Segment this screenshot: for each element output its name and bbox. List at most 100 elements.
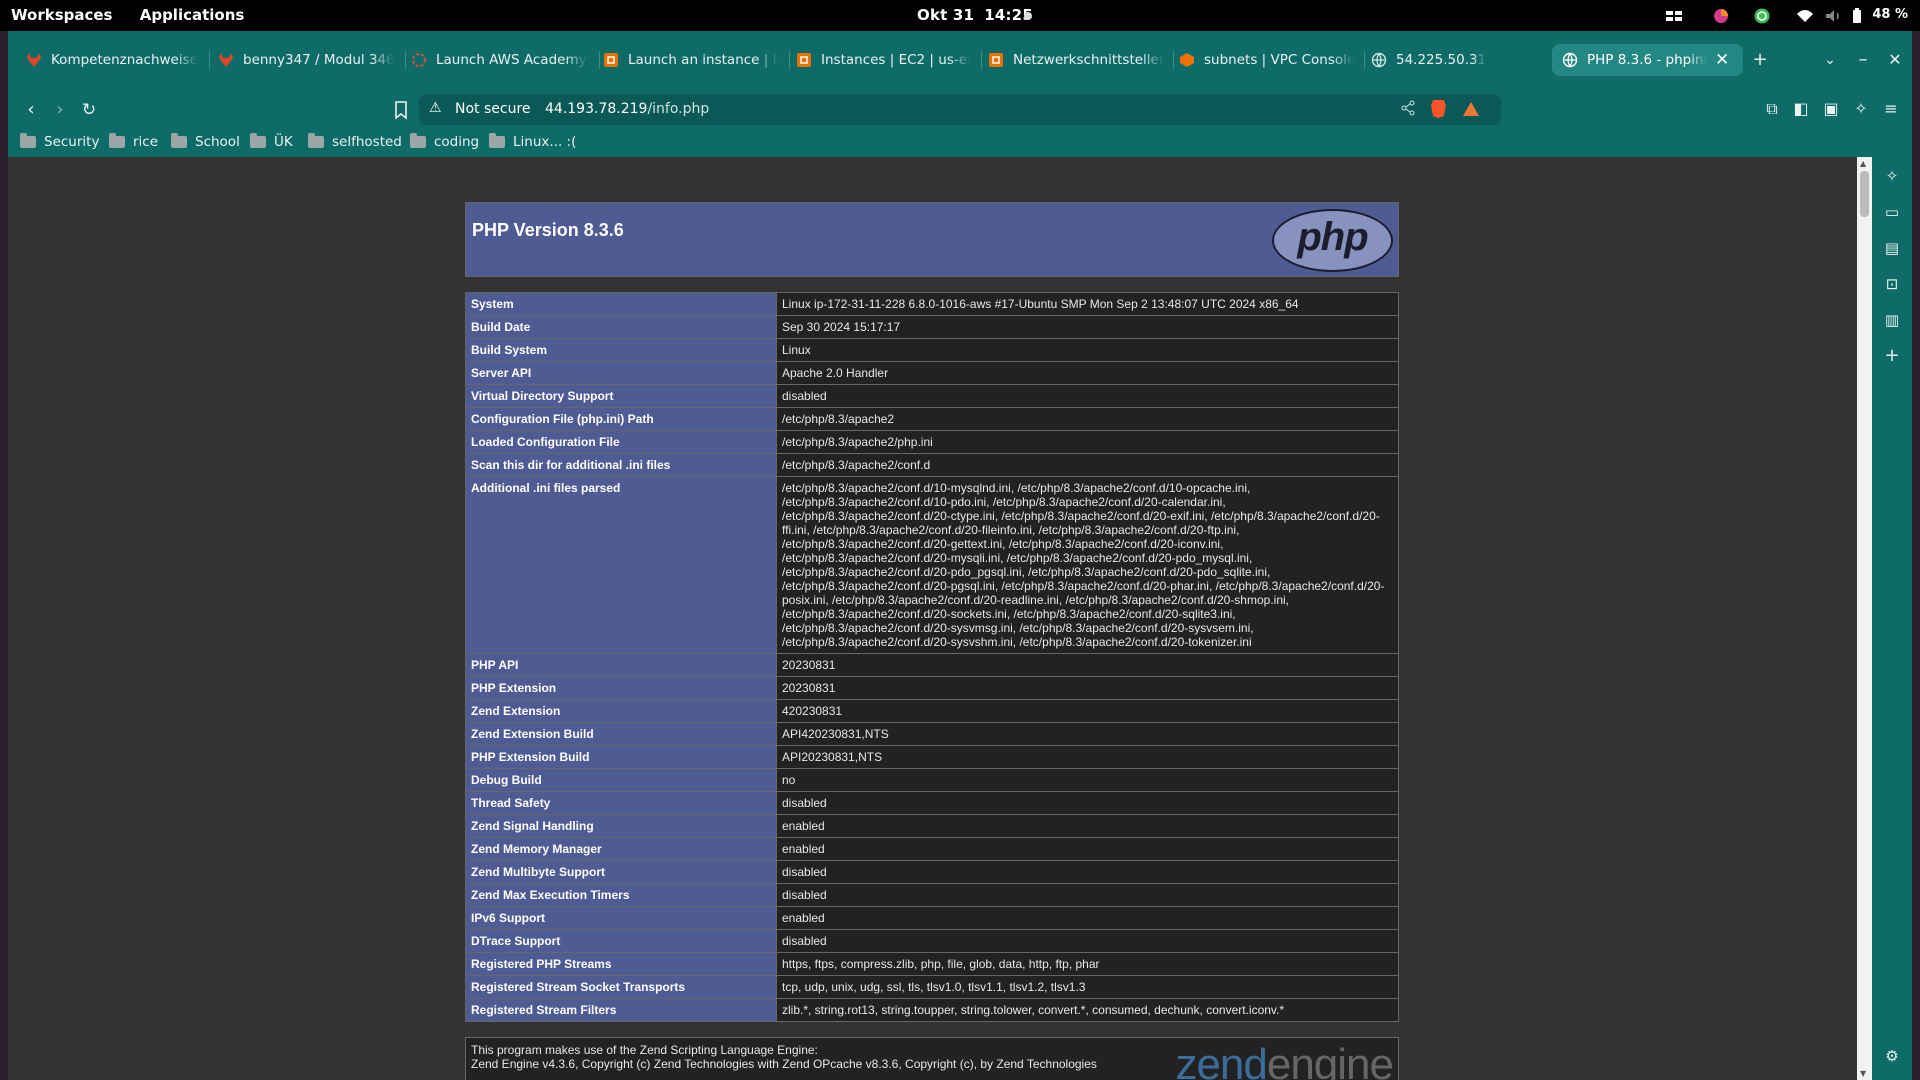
zend-notice-line2: Zend Engine v4.3.6, Copyright (c) Zend T… [471,1057,1097,1071]
tab-title: 54.225.50.31 [1396,52,1487,68]
wallet-icon[interactable]: ▣ [1820,98,1842,120]
scroll-down-icon[interactable]: ▼ [1860,1069,1866,1078]
whatsapp-icon[interactable] [1752,6,1772,26]
bookmark-folder-security[interactable]: Security [20,133,99,150]
not-secure-label[interactable]: Not secure [455,101,531,117]
bookmark-label: Linux... :( [513,134,577,150]
wallet-icon[interactable]: ▤ [1882,238,1902,258]
reading-list-icon[interactable]: ▥ [1882,310,1902,330]
volume-icon[interactable] [1824,6,1842,26]
bookmark-label: ÜK [274,134,293,150]
table-row: Thread Safety disabled [465,791,1399,815]
tab-phpinfo-active[interactable]: PHP 8.3.6 - phpinfo() ✕ [1552,44,1743,76]
url-path: /info.php [647,101,710,117]
workspaces-menu[interactable]: Workspaces [11,6,112,24]
directive-name: PHP Extension Build [465,745,777,769]
bookmark-folder-uek[interactable]: ÜK [250,133,293,150]
close-window-icon[interactable]: ✕ [1883,48,1907,72]
page-content[interactable]: PHP Version 8.3.6 php System Linux ip-172… [8,157,1857,1080]
directive-name: Zend Extension [465,699,777,723]
folder-icon [489,133,505,148]
tab-aws-academy[interactable]: Launch AWS Academy Le [411,44,588,76]
talk-icon[interactable]: ▭ [1882,202,1902,222]
back-icon[interactable]: ‹ [19,98,43,122]
share-icon[interactable] [1400,100,1416,116]
directive-value: zlib.*, string.rot13, string.toupper, st… [776,998,1399,1022]
notification-dot [1024,12,1032,20]
directive-value: enabled [776,837,1399,861]
color-picker-icon[interactable] [1711,6,1731,26]
add-panel-icon[interactable]: + [1882,346,1902,366]
brave-shields-icon[interactable] [1431,100,1446,118]
spinner-icon [412,53,426,67]
tab-netzwerkschnittstellen[interactable]: Netzwerkschnittstellen · [988,44,1164,76]
extensions-icon[interactable]: ⧉ [1761,98,1783,120]
tab-modul-346[interactable]: benny347 / Modul 346 · G [218,44,394,76]
tab-title: Netzwerkschnittstellen · [1013,52,1164,68]
tab-vpc-subnets[interactable]: subnets | VPC Console [1179,44,1354,76]
brave-rewards-icon[interactable] [1463,102,1479,116]
tab-search-chevron-icon[interactable]: ⌄ [1818,48,1842,72]
directive-name: Additional .ini files parsed [465,476,777,654]
workspace-grid-icon[interactable] [1665,6,1683,26]
battery-icon[interactable] [1852,6,1862,26]
folder-icon [250,133,266,148]
bookmark-folder-school[interactable]: School [171,133,240,150]
table-row: Scan this dir for additional .ini files /… [465,453,1399,477]
browser-toolbar: ‹ › ↻ ⚠ Not secure 44.193.78.219/info.ph… [8,89,1912,131]
forward-icon[interactable]: › [48,98,72,122]
menu-icon[interactable]: ≡ [1880,98,1902,120]
address-bar[interactable]: ⚠ Not secure 44.193.78.219/info.php [419,94,1501,125]
system-top-bar: Workspaces Applications Okt 31 14:25 48 % [0,0,1920,31]
wifi-icon[interactable] [1796,6,1814,26]
scroll-up-icon[interactable]: ▲ [1860,159,1866,168]
directive-value: disabled [776,929,1399,953]
directive-name: Scan this dir for additional .ini files [465,453,777,477]
tab-kompetenznachweise[interactable]: Kompetenznachweise / K [26,44,198,76]
tab-separator [1364,51,1365,69]
leo-ai-icon[interactable]: ✧ [1850,98,1872,120]
url-text[interactable]: 44.193.78.219/info.php [545,101,709,117]
directive-name: Zend Multibyte Support [465,860,777,884]
leo-ai-icon[interactable]: ✧ [1882,166,1902,186]
bookmark-folder-linux[interactable]: Linux... :( [489,133,577,150]
globe-icon [1371,52,1387,68]
page-scrollbar[interactable]: ▲ ▼ [1857,157,1872,1080]
bookmarks-panel-icon[interactable]: ⊡ [1882,274,1902,294]
bookmark-folder-coding[interactable]: coding [410,133,479,150]
folder-icon [410,133,426,148]
minimize-window-icon[interactable]: – [1851,48,1875,72]
directive-name: DTrace Support [465,929,777,953]
applications-menu[interactable]: Applications [140,6,245,24]
tab-ip-address[interactable]: 54.225.50.31 [1371,44,1543,76]
warning-icon[interactable]: ⚠ [429,100,442,116]
bookmark-folder-selfhosted[interactable]: selfhosted [308,133,402,150]
reload-icon[interactable]: ↻ [77,98,101,122]
tab-separator [789,51,790,69]
close-tab-icon[interactable]: ✕ [1715,50,1729,70]
zend-engine-logo[interactable]: zendengine [1175,1040,1394,1080]
settings-gear-icon[interactable]: ⚙ [1882,1046,1902,1066]
zend-notice-line1: This program makes use of the Zend Scrip… [471,1043,818,1057]
sidebar-toggle-icon[interactable]: ◧ [1790,98,1812,120]
bookmark-label: selfhosted [332,134,402,150]
zend-engine-box: This program makes use of the Zend Scrip… [465,1037,1399,1080]
php-logo[interactable]: php [1272,209,1393,272]
bookmark-folder-rice[interactable]: rice [109,133,158,150]
table-row: Registered PHP Streams https, ftps, compr… [465,952,1399,976]
directive-name: Registered Stream Filters [465,998,777,1022]
clock-date: Okt 31 [917,6,975,24]
directive-name: Debug Build [465,768,777,792]
directive-value: no [776,768,1399,792]
tab-launch-instance[interactable]: Launch an instance | EC [603,44,778,76]
table-row: Build System Linux [465,338,1399,362]
directive-value: API420230831,NTS [776,722,1399,746]
clock[interactable]: Okt 31 14:25 [917,6,1033,24]
new-tab-icon[interactable]: + [1748,48,1772,72]
scrollbar-thumb[interactable] [1860,171,1869,217]
directive-name: Zend Memory Manager [465,837,777,861]
table-row: Configuration File (php.ini) Path/etc/ph… [465,407,1399,431]
tab-title: PHP 8.3.6 - phpinfo() [1587,52,1707,68]
bookmark-icon[interactable] [389,98,413,122]
tab-ec2-instances[interactable]: Instances | EC2 | us-east [796,44,971,76]
